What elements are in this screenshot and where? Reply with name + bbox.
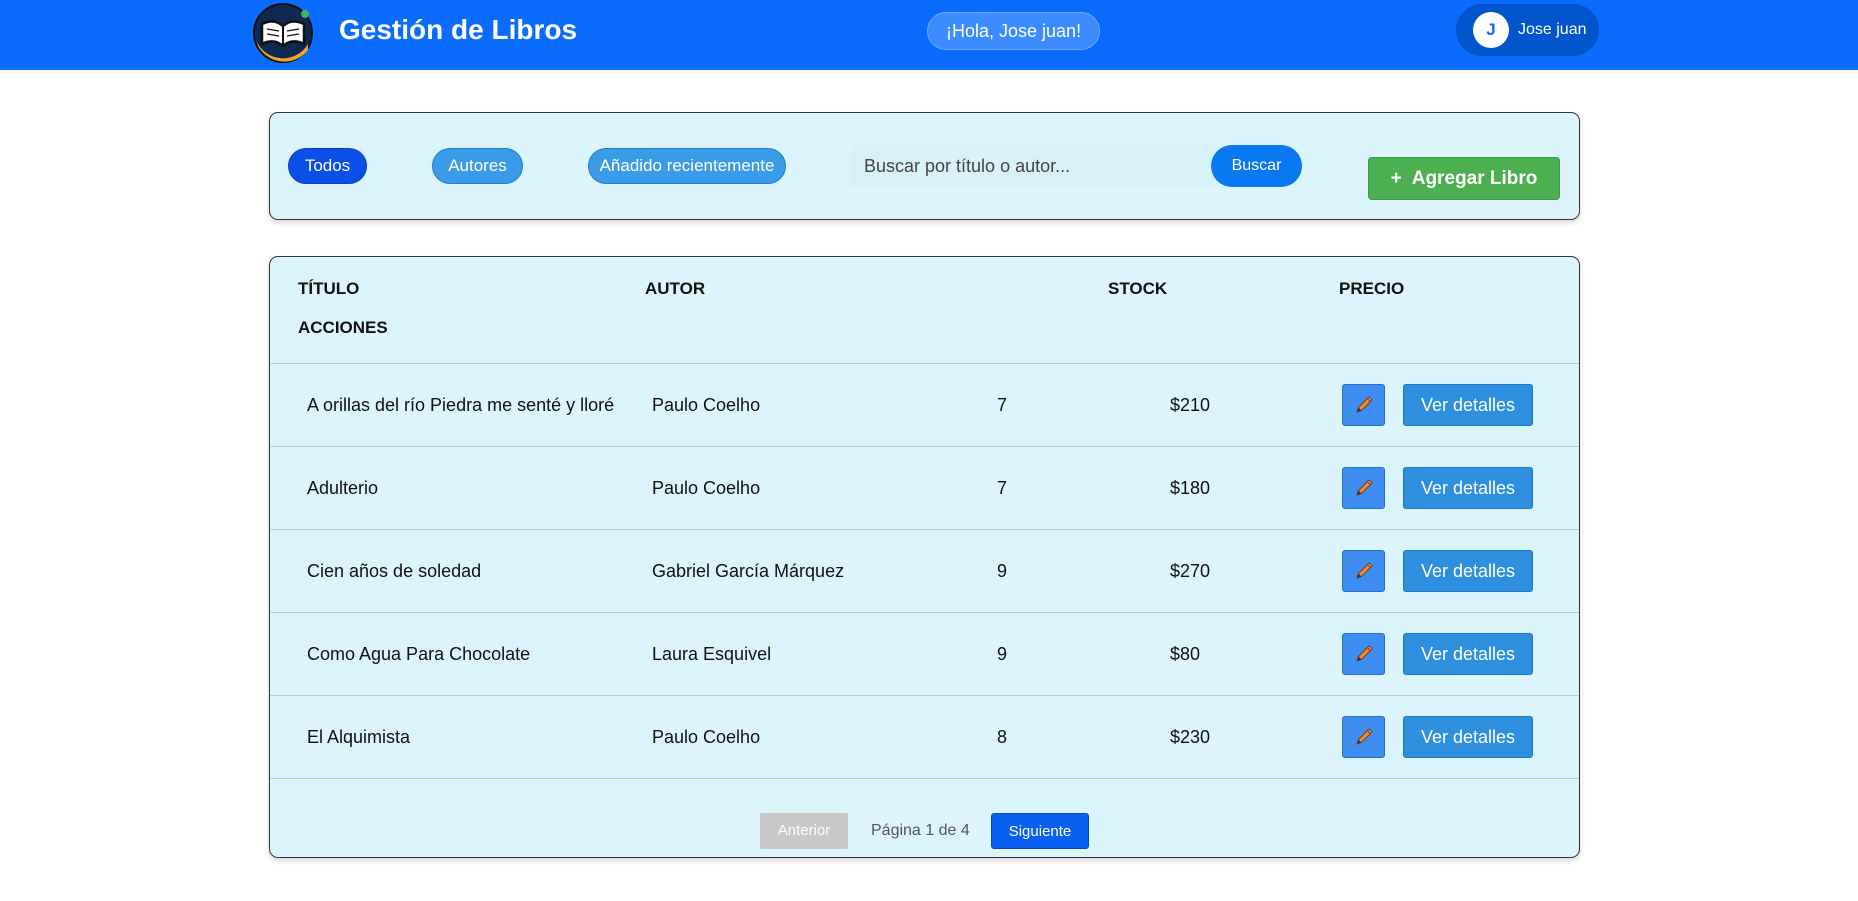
book-price: $230 bbox=[1170, 727, 1211, 747]
view-details-button[interactable]: Ver detalles bbox=[1403, 716, 1533, 758]
table-header: TÍTULO AUTOR STOCK PRECIO ACCIONES bbox=[270, 257, 1579, 364]
greeting-badge: ¡Hola, Jose juan! bbox=[927, 12, 1101, 50]
next-page-button[interactable]: Siguiente bbox=[991, 813, 1089, 849]
view-details-button[interactable]: Ver detalles bbox=[1403, 467, 1533, 509]
book-stock: 8 bbox=[997, 727, 1008, 747]
book-title: A orillas del río Piedra me senté y llor… bbox=[307, 395, 615, 415]
column-header-actions: ACCIONES bbox=[298, 318, 388, 337]
app-title: Gestión de Libros bbox=[339, 14, 578, 45]
book-stock: 9 bbox=[997, 561, 1008, 581]
book-title: Cien años de soledad bbox=[307, 561, 482, 581]
table-row: Adulterio Paulo Coelho 7 $180 Ver detall… bbox=[270, 447, 1579, 530]
pencil-icon bbox=[1356, 562, 1373, 579]
filter-chip-recent[interactable]: Añadido recientemente bbox=[588, 148, 786, 184]
pencil-icon bbox=[1356, 645, 1373, 662]
book-price: $80 bbox=[1170, 644, 1201, 664]
table-row: Cien años de soledad Gabriel García Márq… bbox=[270, 530, 1579, 613]
edit-button[interactable] bbox=[1342, 550, 1385, 592]
books-table: TÍTULO AUTOR STOCK PRECIO ACCIONES A ori… bbox=[269, 256, 1580, 858]
search-input[interactable] bbox=[850, 145, 1217, 187]
book-title: Adulterio bbox=[307, 478, 379, 498]
column-header-title: TÍTULO bbox=[298, 279, 360, 298]
table-row: El Alquimista Paulo Coelho 8 $230 Ver de… bbox=[270, 696, 1579, 779]
book-author: Gabriel García Márquez bbox=[652, 561, 845, 581]
pencil-icon bbox=[1356, 396, 1373, 413]
book-title: Como Agua Para Chocolate bbox=[307, 644, 531, 664]
add-book-label: Agregar Libro bbox=[1411, 168, 1538, 189]
add-book-button[interactable]: + Agregar Libro bbox=[1368, 157, 1560, 200]
book-author: Paulo Coelho bbox=[652, 727, 761, 747]
book-author: Paulo Coelho bbox=[652, 478, 761, 498]
book-author: Laura Esquivel bbox=[652, 644, 772, 664]
pencil-icon bbox=[1356, 479, 1373, 496]
pencil-icon bbox=[1356, 728, 1373, 745]
edit-button[interactable] bbox=[1342, 716, 1385, 758]
book-price: $180 bbox=[1170, 478, 1211, 498]
page-indicator: Página 1 de 4 bbox=[871, 822, 970, 839]
table-row: Como Agua Para Chocolate Laura Esquivel … bbox=[270, 613, 1579, 696]
edit-button[interactable] bbox=[1342, 384, 1385, 426]
pagination: Anterior Página 1 de 4 Siguiente bbox=[270, 797, 1579, 857]
edit-button[interactable] bbox=[1342, 633, 1385, 675]
top-bar: Gestión de Libros ¡Hola, Jose juan! J Jo… bbox=[0, 0, 1858, 70]
view-details-button[interactable]: Ver detalles bbox=[1403, 384, 1533, 426]
book-price: $210 bbox=[1170, 395, 1211, 415]
filter-chip-autores[interactable]: Autores bbox=[432, 148, 523, 184]
book-stock: 9 bbox=[997, 644, 1008, 664]
book-stock: 7 bbox=[997, 478, 1008, 498]
filter-chip-todos[interactable]: Todos bbox=[288, 148, 367, 184]
view-details-button[interactable]: Ver detalles bbox=[1403, 550, 1533, 592]
book-logo-icon[interactable] bbox=[250, 0, 316, 66]
user-menu[interactable]: J Jose juan bbox=[1456, 4, 1599, 56]
book-title: El Alquimista bbox=[307, 727, 411, 747]
plus-icon: + bbox=[1390, 168, 1402, 189]
book-stock: 7 bbox=[997, 395, 1008, 415]
view-details-button[interactable]: Ver detalles bbox=[1403, 633, 1533, 675]
table-row: A orillas del río Piedra me senté y llor… bbox=[270, 364, 1579, 447]
prev-page-button[interactable]: Anterior bbox=[760, 813, 848, 849]
filter-panel: Todos Autores Añadido recientemente Busc… bbox=[269, 112, 1580, 220]
column-header-price: PRECIO bbox=[1339, 279, 1405, 298]
edit-button[interactable] bbox=[1342, 467, 1385, 509]
column-header-stock: STOCK bbox=[1108, 279, 1168, 298]
column-header-author: AUTOR bbox=[645, 279, 706, 298]
book-author: Paulo Coelho bbox=[652, 395, 761, 415]
book-price: $270 bbox=[1170, 561, 1211, 581]
avatar: J bbox=[1473, 12, 1509, 48]
user-name: Jose juan bbox=[1518, 21, 1587, 38]
search-button[interactable]: Buscar bbox=[1211, 145, 1302, 187]
